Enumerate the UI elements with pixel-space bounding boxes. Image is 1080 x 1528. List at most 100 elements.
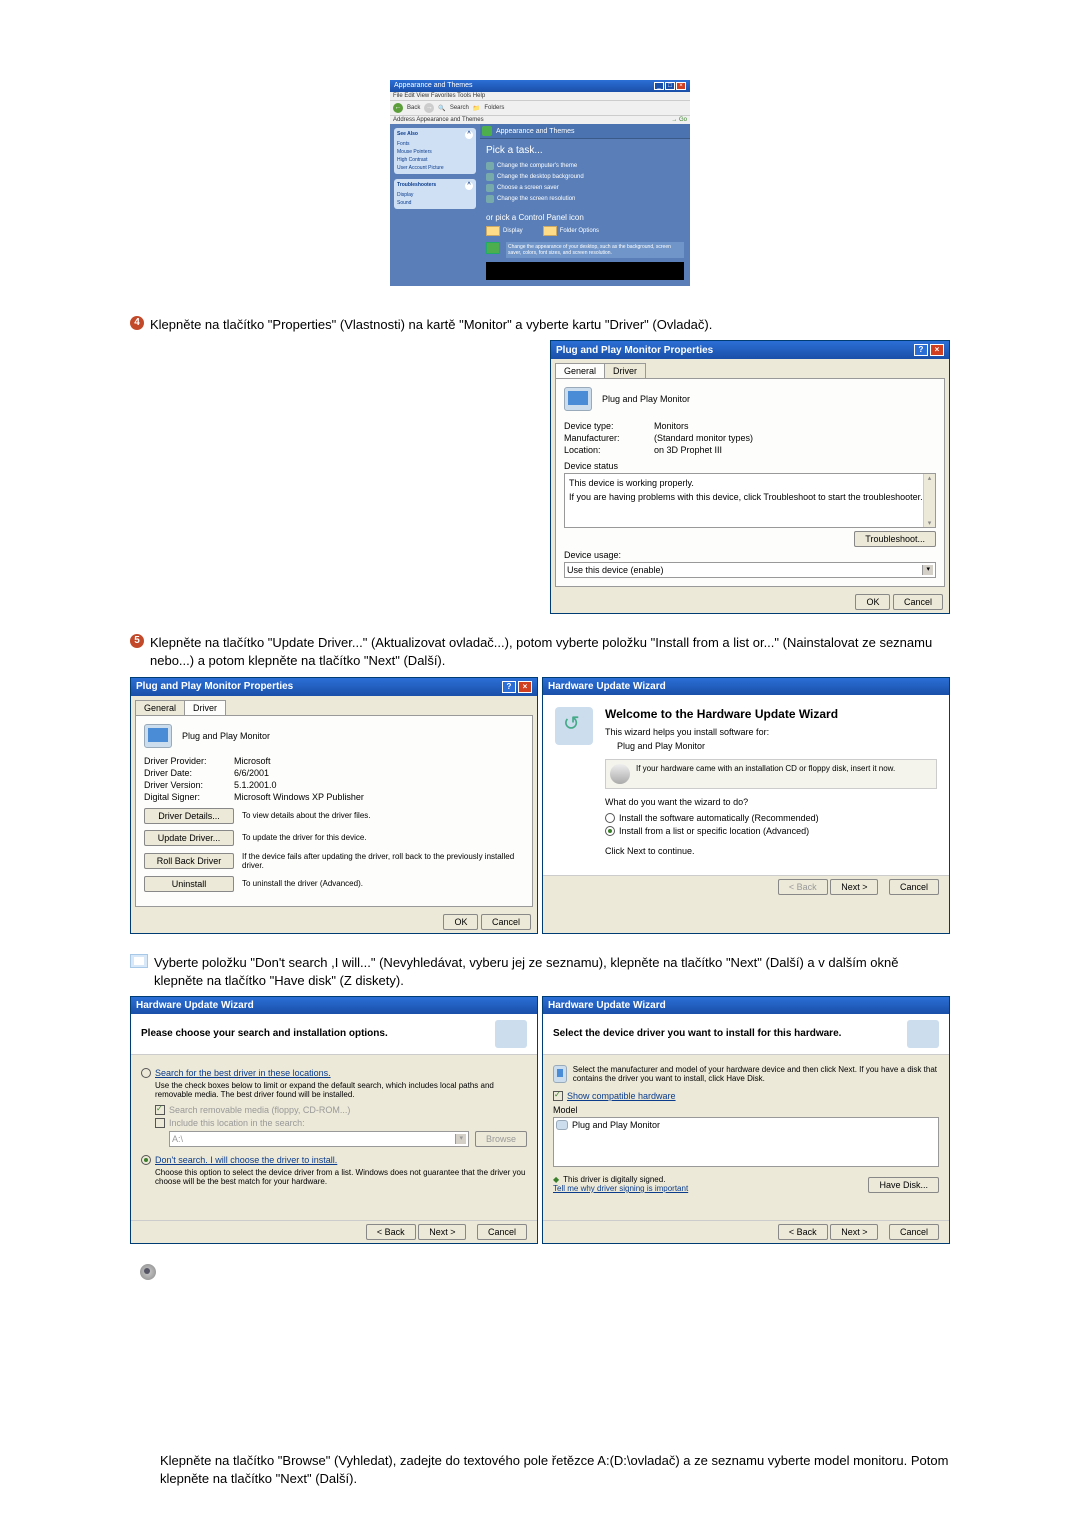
sidebar-item[interactable]: Sound	[397, 200, 473, 206]
task-link[interactable]: Change the computer's theme	[486, 162, 684, 170]
cancel-button[interactable]: Cancel	[889, 1224, 939, 1240]
collapse-icon[interactable]: ^	[465, 182, 473, 190]
wizard-icon	[495, 1020, 527, 1048]
step-badge-5: 5	[130, 634, 144, 648]
device-name: Plug and Play Monitor	[182, 731, 270, 741]
tab-general[interactable]: General	[555, 363, 605, 378]
radio-search[interactable]: Search for the best driver in these loca…	[141, 1068, 527, 1078]
control-panel-window: Appearance and Themes _ □ × File Edit Vi…	[390, 80, 690, 286]
rollback-driver-button[interactable]: Roll Back Driver	[144, 853, 234, 869]
folder-options-icon[interactable]: Folder Options	[543, 226, 599, 236]
device-usage-select[interactable]: Use this device (enable) ▾	[564, 562, 936, 578]
device-status-label: Device status	[564, 461, 936, 471]
monitor-icon	[556, 1120, 568, 1130]
sidebar-item[interactable]: Fonts	[397, 141, 473, 147]
ok-button[interactable]: OK	[443, 914, 478, 930]
next-button[interactable]: Next >	[830, 1224, 878, 1240]
folders-icon[interactable]: 📁	[473, 105, 480, 112]
address-text: Address Appearance and Themes	[393, 117, 484, 123]
step-badge-4: 4	[130, 316, 144, 330]
monitor-icon	[144, 724, 172, 748]
scroll-up-icon[interactable]: ▴	[924, 474, 935, 482]
tab-driver[interactable]: Driver	[184, 700, 226, 715]
task-link[interactable]: Change the screen resolution	[486, 195, 684, 203]
next-button[interactable]: Next >	[418, 1224, 466, 1240]
scroll-down-icon[interactable]: ▾	[924, 519, 935, 527]
back-button: < Back	[778, 879, 828, 895]
help-icon[interactable]: ?	[914, 344, 928, 356]
address-bar[interactable]: Address Appearance and Themes → Go	[390, 115, 690, 124]
sidebar-item[interactable]: Display	[397, 192, 473, 198]
chevron-down-icon: ▾	[922, 565, 933, 575]
monitor-properties-general-dialog: Plug and Play Monitor Properties ? × Gen…	[550, 340, 950, 614]
sidebar-item[interactable]: User Account Picture	[397, 165, 473, 171]
tab-general[interactable]: General	[135, 700, 185, 715]
cancel-button[interactable]: Cancel	[477, 1224, 527, 1240]
display-icon[interactable]: Display	[486, 226, 523, 236]
step-5-text: Klepněte na tlačítko "Update Driver..." …	[150, 634, 950, 670]
back-button[interactable]: < Back	[366, 1224, 416, 1240]
checkbox-media: Search removable media (floppy, CD-ROM..…	[155, 1105, 527, 1115]
cancel-button[interactable]: Cancel	[481, 914, 531, 930]
tab-driver[interactable]: Driver	[604, 363, 646, 378]
update-driver-button[interactable]: Update Driver...	[144, 830, 234, 846]
wizard-header: Select the device driver you want to ins…	[553, 1028, 841, 1039]
step-icon	[130, 954, 148, 968]
preview-strip	[486, 262, 684, 280]
sidebar-item[interactable]: Mouse Pointers	[397, 149, 473, 155]
wizard-icon	[555, 707, 593, 745]
cancel-button[interactable]: Cancel	[889, 879, 939, 895]
back-icon[interactable]: ←	[393, 103, 403, 113]
folders-label: Folders	[484, 105, 504, 111]
sidebar-see-also: See Also^ Fonts Mouse Pointers High Cont…	[394, 128, 476, 174]
pick-icon-heading: or pick a Control Panel icon	[486, 213, 684, 222]
hardware-update-wizard-welcome: Hardware Update Wizard Welcome to the Ha…	[542, 677, 950, 934]
display-thumb-icon	[486, 242, 500, 254]
device-name: Plug and Play Monitor	[602, 394, 690, 404]
go-button[interactable]: → Go	[671, 117, 687, 123]
bottom-instruction: Klepněte na tlačítko "Browse" (Vyhledat)…	[160, 1452, 950, 1488]
dialog-title: Plug and Play Monitor Properties	[556, 345, 713, 356]
toolbar: ← Back → 🔍 Search 📁 Folders	[390, 100, 690, 115]
maximize-icon[interactable]: □	[665, 82, 675, 90]
cancel-button[interactable]: Cancel	[893, 594, 943, 610]
checkbox-compatible[interactable]: Show compatible hardware	[553, 1091, 939, 1101]
checkbox-include: Include this location in the search:	[155, 1118, 527, 1128]
menu-bar[interactable]: File Edit View Favorites Tools Help	[390, 92, 690, 100]
task-link[interactable]: Change the desktop background	[486, 173, 684, 181]
signing-link[interactable]: Tell me why driver signing is important	[553, 1184, 688, 1193]
have-disk-button[interactable]: Have Disk...	[868, 1177, 939, 1193]
device-status-box: This device is working properly. If you …	[564, 473, 936, 528]
radio-auto[interactable]: Install the software automatically (Reco…	[605, 813, 937, 823]
hardware-update-wizard-select: Hardware Update Wizard Select the device…	[542, 996, 950, 1244]
radio-list[interactable]: Install from a list or specific location…	[605, 826, 937, 836]
close-icon[interactable]: ×	[676, 82, 686, 90]
close-icon[interactable]: ×	[518, 681, 532, 693]
wizard-icon	[907, 1020, 939, 1048]
collapse-icon[interactable]: ^	[465, 131, 473, 139]
back-label: Back	[407, 105, 420, 111]
window-title: Appearance and Themes	[394, 82, 472, 90]
troubleshoot-button[interactable]: Troubleshoot...	[854, 531, 936, 547]
window-titlebar: Appearance and Themes _ □ ×	[390, 80, 690, 92]
ok-button[interactable]: OK	[855, 594, 890, 610]
dialog-title: Plug and Play Monitor Properties	[136, 681, 293, 692]
sidebar-troubleshooters: Troubleshooters^ Display Sound	[394, 179, 476, 209]
browse-button: Browse	[475, 1131, 527, 1147]
dialog-title: Hardware Update Wizard	[548, 1000, 666, 1011]
search-icon[interactable]: 🔍	[438, 105, 445, 112]
radio-dont-search[interactable]: Don't search. I will choose the driver t…	[141, 1155, 527, 1165]
help-icon[interactable]: ?	[502, 681, 516, 693]
model-list[interactable]: Plug and Play Monitor	[553, 1117, 939, 1167]
uninstall-button[interactable]: Uninstall	[144, 876, 234, 892]
back-button[interactable]: < Back	[778, 1224, 828, 1240]
close-icon[interactable]: ×	[930, 344, 944, 356]
forward-icon[interactable]: →	[424, 103, 434, 113]
step-4-text: Klepněte na tlačítko "Properties" (Vlast…	[150, 316, 712, 334]
minimize-icon[interactable]: _	[654, 82, 664, 90]
task-link[interactable]: Choose a screen saver	[486, 184, 684, 192]
sidebar-item[interactable]: High Contrast	[397, 157, 473, 163]
monitor-icon	[553, 1065, 567, 1083]
driver-details-button[interactable]: Driver Details...	[144, 808, 234, 824]
next-button[interactable]: Next >	[830, 879, 878, 895]
